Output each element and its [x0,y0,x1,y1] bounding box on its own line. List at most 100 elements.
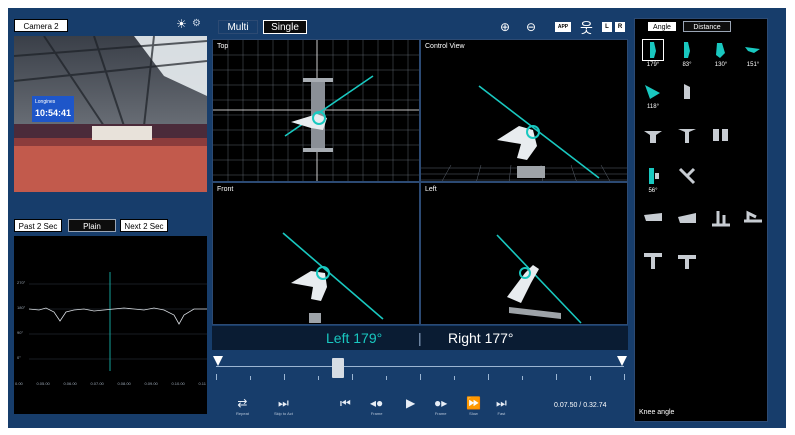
knee-angle-item[interactable]: 179° [639,39,667,73]
elbow-angle-value: 151° [746,62,760,68]
go-to-start-icon: ⏮ [340,396,351,410]
beam-icon [744,210,762,223]
fast-icon: ⏭ [496,396,507,410]
timeline-tick [386,376,387,380]
left-view-label: Left [425,186,437,193]
handstand-item[interactable] [639,207,667,241]
knee-angle-icon [642,39,664,61]
hip-angle-item[interactable]: 83° [673,39,701,73]
graph-ylabel-270: 270° [17,280,26,285]
play-button[interactable]: ▶ [406,396,415,410]
playhead[interactable] [332,358,345,378]
multi-view-tab[interactable]: Multi [218,20,258,34]
cross-icon [678,129,696,143]
beam-item[interactable] [739,207,767,241]
timeline-track[interactable] [216,366,624,367]
repeat-icon: ⇄ [237,396,248,410]
right-side-toggle[interactable]: R [615,22,625,32]
swing-item[interactable] [673,207,701,241]
arm-spread-item[interactable] [639,123,667,157]
timeline-tick [624,374,625,380]
settings-icon[interactable]: ⚙ [192,18,201,29]
go-to-start-button[interactable]: ⏮ [340,396,351,410]
camera-select-button[interactable]: Camera 2 [14,19,68,32]
brightness-icon[interactable]: ☀ [176,17,187,31]
shoulder-angle-icon [716,43,725,58]
angle-separator: | [418,330,422,346]
control-view[interactable]: Control View [420,39,628,182]
trunk-angle-value: 118° [647,104,659,110]
single-view-tab[interactable]: Single [263,20,307,34]
pair-item[interactable] [707,123,735,157]
skeleton-icon[interactable]: 웃 [580,18,593,38]
fast-label: Fast [497,411,506,416]
graph-xlabel: 0.07.00 [90,381,104,386]
shoulder-angle-value: 130° [714,62,728,68]
hip-angle-icon [684,42,690,58]
swing-icon [678,213,696,223]
angle-readout-bar: Left 179° | Right 177° [212,326,628,350]
frame-forward-label: Frame [434,411,447,416]
skip-to-act-button[interactable]: ⏭ Skip to Act [274,396,293,416]
angle-graph: 270° 180° 90° 0° 0.00 0.05.00 0.06.00 0.… [14,236,207,414]
vault-item[interactable] [639,249,667,283]
vault-icon [644,253,662,269]
left-angle-value: Left 179° [326,330,383,346]
timeline-tick [250,376,251,380]
past-2-sec-button[interactable]: Past 2 Sec [14,219,62,232]
scoreboard-time: 10:54:41 [35,108,72,118]
slow-button[interactable]: ⏩ Slow [466,396,481,416]
zoom-out-icon[interactable]: ⊖ [526,20,536,34]
plain-button[interactable]: Plain [68,219,116,232]
front-view-label: Front [217,186,234,193]
next-2-sec-button[interactable]: Next 2 Sec [120,219,168,232]
graph-xlabel: 0.10.00 [171,381,185,386]
knee-angle-value: 179° [646,62,660,68]
timeline-tick [590,376,591,380]
right-angle-value: Right 177° [448,330,514,346]
graph-xlabel: 0.06.00 [63,381,77,386]
distance-tab[interactable]: Distance [683,21,731,32]
graph-x-axis: 0.00 0.05.00 0.06.00 0.07.00 0.08.00 0.0… [14,381,207,386]
arm-spread-icon [644,131,662,143]
body-angle-item[interactable] [673,81,701,115]
cross-item[interactable] [673,123,701,157]
top-view-canvas [213,40,419,181]
pair-icon [713,129,728,141]
range-end-handle[interactable] [617,356,627,366]
repeat-label: Repeat [236,411,249,416]
fast-button[interactable]: ⏭ Fast [496,396,507,416]
trunk-angle-item[interactable]: 118° [639,81,667,115]
play-icon: ▶ [406,396,416,410]
frame-forward-button[interactable]: ●▸ Frame [434,396,447,416]
front-view[interactable]: Front [212,182,420,325]
timeline-tick [216,374,217,380]
zoom-in-icon[interactable]: ⊕ [500,20,510,34]
graph-plot [28,272,207,371]
balance-item[interactable] [707,207,735,241]
app-button[interactable]: APP [555,22,571,32]
angle-tab[interactable]: Angle [647,21,677,32]
timeline-tick [420,374,421,380]
split-item[interactable] [673,165,701,199]
graph-ylabel-90: 90° [17,330,24,335]
timeline-tick [284,374,285,380]
timeline-tick [488,374,489,380]
split-icon [678,167,696,185]
graph-xlabel: 0.08.00 [117,381,131,386]
body-angle-icon [684,84,690,99]
range-start-handle[interactable] [213,356,223,366]
angle-curve [28,307,207,325]
frame-back-button[interactable]: ◂● Frame [370,396,383,416]
timeline-tick [318,376,319,380]
elbow-angle-item[interactable]: 151° [739,39,767,73]
top-view[interactable]: Top [212,39,420,182]
leg-angle-item[interactable]: 56° [639,165,667,199]
left-side-toggle[interactable]: L [602,22,612,32]
timeline-tick [352,374,353,380]
repeat-button[interactable]: ⇄ Repeat [236,396,249,416]
left-view[interactable]: Left [420,182,628,325]
bar-item[interactable] [673,249,701,283]
shoulder-angle-item[interactable]: 130° [707,39,735,73]
balance-icon [712,211,730,227]
